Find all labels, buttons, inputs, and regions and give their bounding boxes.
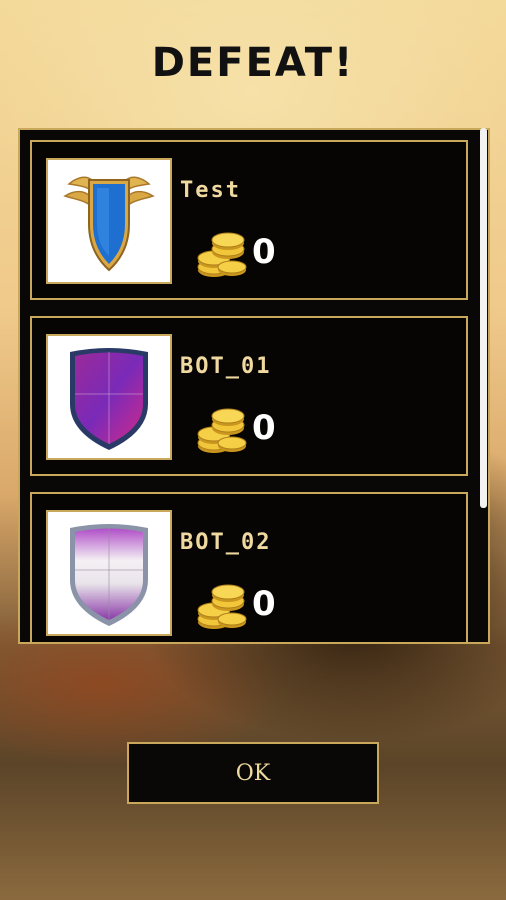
ok-button[interactable]: OK: [127, 742, 379, 804]
gold-coins-icon: [197, 232, 247, 277]
player-name: Test: [180, 178, 241, 203]
player-coins: 0: [252, 584, 276, 624]
result-title: DEFEAT!: [151, 40, 355, 86]
player-name: BOT_01: [180, 354, 272, 379]
player-coins: 0: [252, 232, 276, 272]
gold-coins-icon: [197, 584, 247, 629]
player-row-bot-02: BOT_02 0: [30, 492, 468, 642]
player-shield-avatar: [46, 334, 172, 460]
winged-blue-shield-icon: [63, 176, 155, 272]
player-row-test: Test 0: [30, 140, 468, 300]
player-row-bot-01: BOT_01 0: [30, 316, 468, 476]
magenta-purple-shield-icon: [70, 348, 148, 450]
gold-coins-icon: [197, 408, 247, 453]
player-shield-avatar: [46, 510, 172, 636]
player-shield-avatar: [46, 158, 172, 284]
results-scrollbar[interactable]: [480, 128, 487, 508]
player-coins: 0: [252, 408, 276, 448]
white-violet-shield-icon: [70, 524, 148, 626]
player-results-panel[interactable]: Test 0 BOT_01 0 BOT_02 0: [18, 128, 490, 644]
player-name: BOT_02: [180, 530, 272, 555]
